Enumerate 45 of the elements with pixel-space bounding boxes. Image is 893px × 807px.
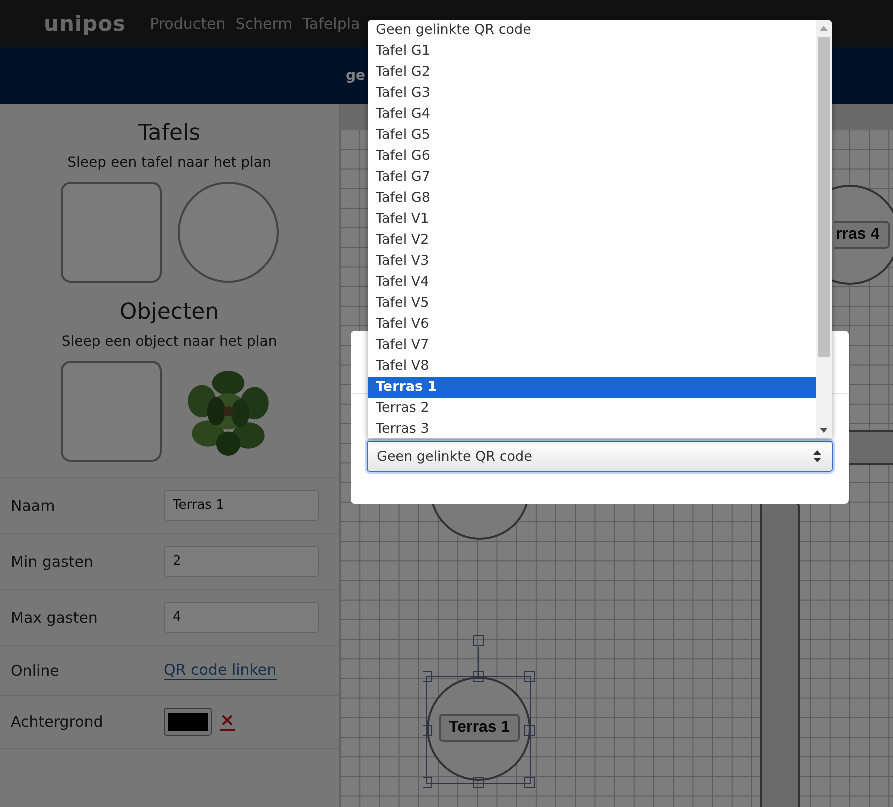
scroll-down-icon[interactable] [820,428,828,433]
banner-text: ge [346,68,366,84]
updown-arrows-icon [813,450,822,463]
dropdown-option[interactable]: Tafel G2 [368,62,816,83]
square-table-shape[interactable] [60,182,162,283]
table-label: rras 4 [834,221,890,249]
scroll-up-icon[interactable] [820,26,828,31]
scrollbar-thumb[interactable] [818,37,830,357]
dropdown-option[interactable]: Tafel G6 [368,146,816,167]
table-label: Terras 1 [439,714,520,742]
dropdown-option[interactable]: Tafel G7 [368,167,816,188]
dropdown-option[interactable]: Tafel V6 [368,314,816,335]
dropdown-option[interactable]: Tafel G5 [368,125,816,146]
dropdown-option[interactable]: Tafel G8 [368,188,816,209]
section-title: Tafels [138,121,201,146]
input-field[interactable]: 4 [164,602,319,633]
field-label: Online [11,662,60,680]
color-picker[interactable] [164,708,212,736]
square-table-shape[interactable] [60,361,162,462]
dropdown-option[interactable]: Terras 1 [368,377,816,398]
select-field[interactable]: Geen gelinkte QR code [367,441,833,472]
input-field[interactable]: Terras 1 [164,490,319,521]
dropdown-option[interactable]: Tafel V1 [368,209,816,230]
dropdown-option[interactable]: Tafel V8 [368,356,816,377]
section-hint: Sleep een tafel naar het plan [68,155,272,171]
dropdown-option[interactable]: Geen gelinkte QR code [368,20,816,41]
dropdown-option[interactable]: Tafel V7 [368,335,816,356]
dropdown-option[interactable]: Tafel V5 [368,293,816,314]
section-title: Objecten [120,300,220,325]
selection-handles[interactable] [423,635,535,789]
dropdown-option[interactable]: Tafel V4 [368,272,816,293]
dropdown-option[interactable]: Tafel V2 [368,230,816,251]
dropdown-option[interactable]: Terras 2 [368,398,816,419]
dropdown-option[interactable]: Tafel V3 [368,251,816,272]
field-label: Achtergrond [11,713,104,731]
input-field[interactable]: 2 [164,546,319,577]
section-hint: Sleep een object naar het plan [62,334,278,350]
dropdown-option[interactable]: Terras 3 [368,419,816,438]
field-label: Naam [11,496,56,514]
dropdown-option[interactable]: Tafel G1 [368,41,816,62]
scrollbar[interactable] [816,20,832,438]
dropdown-option[interactable]: Tafel G4 [368,104,816,125]
field-label: Min gasten [11,552,95,570]
field-label: Max gasten [11,608,99,626]
dropdown-option[interactable]: Tafel G3 [368,83,816,104]
